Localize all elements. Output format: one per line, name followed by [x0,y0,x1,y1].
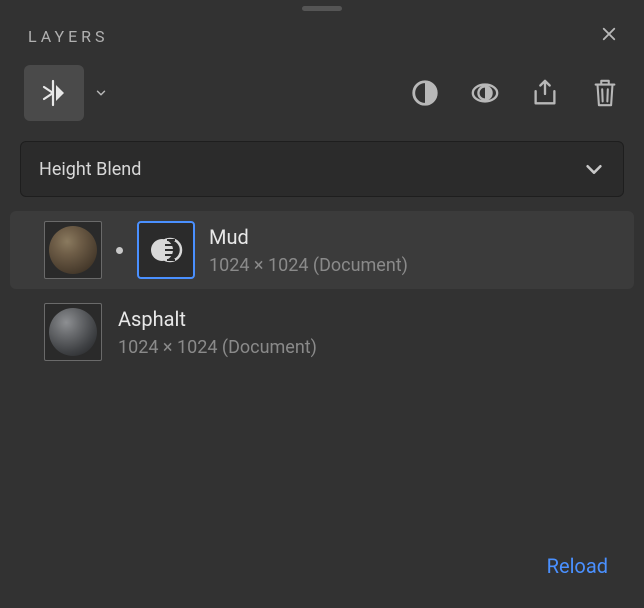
layer-name: Mud [209,225,408,249]
layer-meta: 1024 × 1024 (Document) [118,337,317,358]
layer-name: Asphalt [118,307,317,331]
link-dot-icon [116,247,123,254]
delete-icon[interactable] [590,78,620,108]
chevron-down-icon [583,158,605,180]
blend-mode-select[interactable]: Height Blend [20,141,624,197]
effects-icon[interactable] [470,78,500,108]
blend-mode-value: Height Blend [39,159,141,180]
add-layer-button[interactable] [24,65,84,121]
add-layer-dropdown-icon[interactable] [94,86,108,100]
layer-list: Mud 1024 × 1024 (Document) Asphalt 1024 … [0,211,644,371]
layer-meta: 1024 × 1024 (Document) [209,255,408,276]
layer-row[interactable]: Mud 1024 × 1024 (Document) [10,211,634,289]
panel-header: LAYERS [0,11,644,65]
mask-icon[interactable] [410,78,440,108]
layer-row[interactable]: Asphalt 1024 × 1024 (Document) [0,293,644,371]
close-icon[interactable] [600,25,618,47]
layer-thumbnail[interactable] [44,303,102,361]
layer-thumbnail[interactable] [44,221,102,279]
layer-mask-thumbnail[interactable] [137,221,195,279]
toolbar [0,65,644,135]
reload-link[interactable]: Reload [547,554,608,578]
panel-title: LAYERS [28,27,109,46]
export-icon[interactable] [530,78,560,108]
